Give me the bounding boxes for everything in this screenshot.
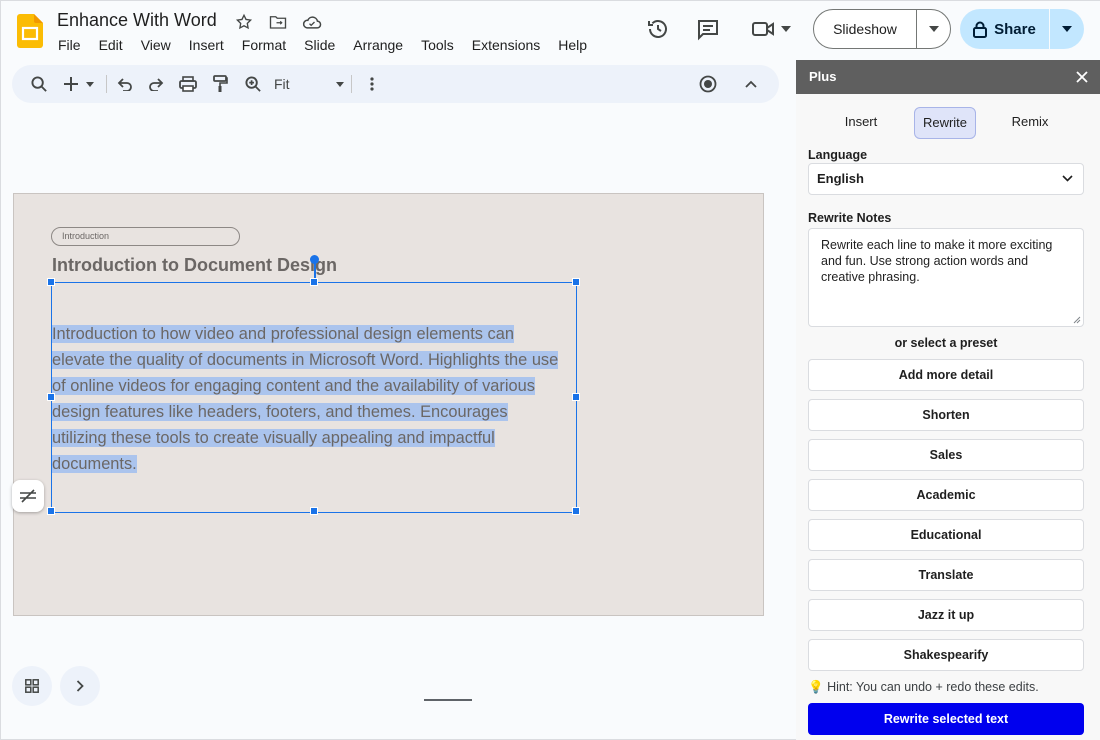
resize-handle-se[interactable] (572, 507, 580, 515)
preset-sales[interactable]: Sales (808, 439, 1084, 471)
cloud-icon[interactable] (301, 12, 323, 32)
menu-slide[interactable]: Slide (295, 36, 344, 54)
toolbar: Fit (12, 65, 779, 103)
tab-insert[interactable]: Insert (830, 107, 892, 139)
add-icon[interactable] (62, 74, 96, 94)
preset-shakespearify[interactable]: Shakespearify (808, 639, 1084, 671)
comment-icon[interactable] (695, 17, 721, 41)
section-pill[interactable]: Introduction (51, 227, 240, 246)
record-icon[interactable] (697, 74, 719, 94)
undo-icon[interactable] (114, 74, 136, 94)
language-label: Language (808, 148, 868, 162)
chevron-down-icon (1062, 175, 1073, 182)
zoom-icon[interactable] (242, 74, 264, 94)
menu-view[interactable]: View (132, 36, 180, 54)
preset-shorten[interactable]: Shorten (808, 399, 1084, 431)
share-label: Share (994, 20, 1036, 38)
panel-header: Plus (796, 60, 1100, 94)
close-icon[interactable] (1075, 70, 1089, 84)
text-line: of online videos for engaging content an… (52, 377, 535, 395)
hint-label: Hint: You can undo + redo these edits. (827, 680, 1039, 694)
preset-jazz-it-up[interactable]: Jazz it up (808, 599, 1084, 631)
selected-text-box[interactable]: Introduction to how video and profession… (47, 255, 580, 515)
move-icon[interactable] (267, 12, 289, 32)
collapse-icon[interactable] (740, 74, 762, 94)
document-title[interactable]: Enhance With Word (57, 10, 217, 31)
slides-logo-icon[interactable] (17, 14, 43, 48)
language-value: English (817, 171, 864, 186)
text-line: Introduction to how video and profession… (52, 325, 514, 343)
chevron-down-icon (336, 81, 344, 87)
redo-icon[interactable] (145, 74, 167, 94)
slide-canvas[interactable]: Introduction Introduction to Document De… (13, 193, 764, 616)
more-vert-icon[interactable] (362, 74, 382, 94)
video-call-icon[interactable] (749, 17, 793, 41)
preset-heading: or select a preset (894, 336, 998, 350)
panel-tabs: Insert Rewrite Remix (796, 107, 1100, 139)
hint-text: 💡 Hint: You can undo + redo these edits. (808, 680, 1039, 695)
star-icon[interactable] (233, 12, 255, 32)
share-dropdown-icon[interactable] (1050, 9, 1084, 49)
paint-format-icon[interactable] (209, 74, 231, 94)
zoom-value: Fit (274, 76, 290, 92)
menu-format[interactable]: Format (233, 36, 295, 54)
preset-educational[interactable]: Educational (808, 519, 1084, 551)
speaker-notes-toggle-icon[interactable] (12, 480, 44, 512)
menu-edit[interactable]: Edit (90, 36, 132, 54)
menu-help[interactable]: Help (549, 36, 596, 54)
app-header: Enhance With Word File Edit View Insert … (1, 1, 1100, 61)
menu-extensions[interactable]: Extensions (463, 36, 549, 54)
menu-file[interactable]: File (49, 36, 90, 54)
panel-title: Plus (809, 69, 837, 84)
preset-add-more-detail[interactable]: Add more detail (808, 359, 1084, 391)
text-line: design features like headers, footers, a… (52, 403, 508, 421)
chevron-right-icon[interactable] (60, 666, 100, 706)
resize-handle-sw[interactable] (47, 507, 55, 515)
slideshow-label[interactable]: Slideshow (814, 10, 917, 48)
resize-handle-s[interactable] (310, 507, 318, 515)
language-select[interactable]: English (808, 163, 1084, 195)
preset-translate[interactable]: Translate (808, 559, 1084, 591)
lightbulb-icon: 💡 (808, 680, 824, 694)
menu-insert[interactable]: Insert (180, 36, 233, 54)
print-icon[interactable] (177, 74, 199, 94)
slide-body-text[interactable]: Introduction to how video and profession… (52, 321, 582, 477)
resize-handle-w[interactable] (47, 393, 55, 401)
text-line: documents. (52, 455, 137, 473)
rewrite-notes-textarea[interactable]: Rewrite each line to make it more exciti… (808, 228, 1084, 327)
resize-handle-nw[interactable] (47, 278, 55, 286)
slideshow-dropdown-icon[interactable] (917, 10, 950, 48)
resize-handle-n[interactable] (310, 278, 318, 286)
text-line: utilizing these tools to create visually… (52, 429, 495, 447)
notes-resize-handle[interactable] (424, 699, 472, 701)
text-line: elevate the quality of documents in Micr… (52, 351, 559, 369)
lock-icon (973, 21, 988, 38)
slideshow-button[interactable]: Slideshow (813, 9, 951, 49)
plus-side-panel: Plus Insert Rewrite Remix Language Engli… (796, 60, 1100, 740)
resize-handle-e[interactable] (572, 393, 580, 401)
rewrite-notes-value: Rewrite each line to make it more exciti… (821, 238, 1053, 284)
menu-tools[interactable]: Tools (412, 36, 463, 54)
resize-handle-ne[interactable] (572, 278, 580, 286)
history-icon[interactable] (645, 17, 671, 41)
share-button[interactable]: Share (960, 9, 1084, 49)
rewrite-selected-text-button[interactable]: Rewrite selected text (808, 703, 1084, 735)
zoom-select[interactable]: Fit (274, 74, 344, 94)
rotate-handle[interactable] (310, 255, 319, 264)
tab-rewrite[interactable]: Rewrite (914, 107, 976, 139)
grid-view-icon[interactable] (12, 666, 52, 706)
search-icon[interactable] (28, 74, 50, 94)
slide-title[interactable]: Introduction to Document Design (52, 255, 337, 276)
tab-remix[interactable]: Remix (999, 107, 1061, 139)
menu-arrange[interactable]: Arrange (344, 36, 412, 54)
preset-academic[interactable]: Academic (808, 479, 1084, 511)
resize-grip-icon[interactable] (1073, 316, 1081, 324)
menu-bar: File Edit View Insert Format Slide Arran… (49, 36, 596, 54)
rewrite-notes-label: Rewrite Notes (808, 211, 892, 225)
